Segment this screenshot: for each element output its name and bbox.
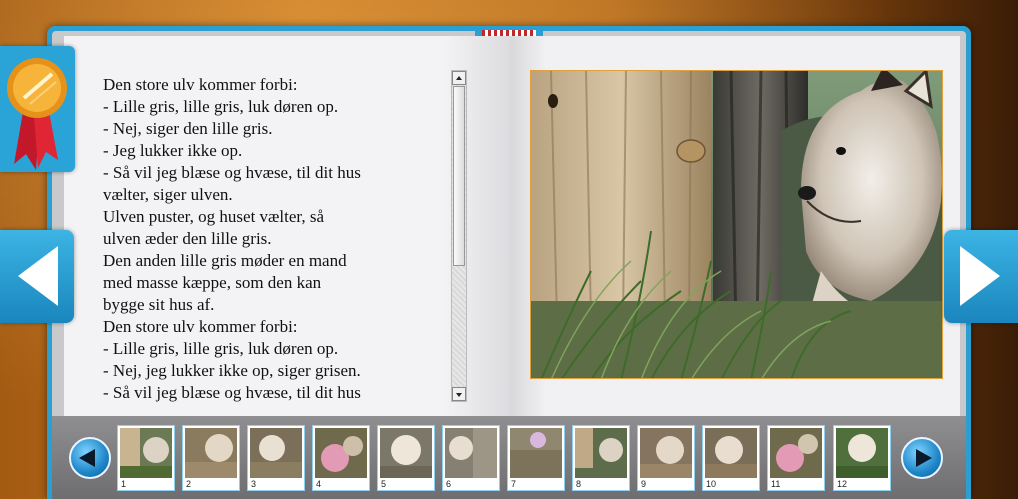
thumbnail-number: 2 <box>186 479 192 489</box>
thumbnail-image <box>120 428 172 478</box>
story-line: bygge sit hus af. <box>103 295 215 314</box>
story-line: Den store ulv kommer forbi: <box>103 317 298 336</box>
story-line: Den anden lille gris møder en mand <box>103 251 347 270</box>
thumbnail-page[interactable]: 5 <box>377 425 435 491</box>
thumbnail-page[interactable]: 1 <box>117 425 175 491</box>
story-line: Den store ulv kommer forbi: <box>103 75 298 94</box>
thumbnail-number: 1 <box>121 479 127 489</box>
thumbnail-page[interactable]: 10 <box>702 425 760 491</box>
thumbnail-image <box>380 428 432 478</box>
story-line: ulven æder den lille gris. <box>103 229 272 248</box>
award-ribbon-icon <box>7 58 67 170</box>
thumbnail-image <box>445 428 497 478</box>
thumbnail-number: 3 <box>251 479 257 489</box>
thumbnail-page[interactable]: 4 <box>312 425 370 491</box>
story-line: - Jeg lukker ikke op. <box>103 141 243 160</box>
award-badge[interactable] <box>0 46 75 172</box>
thumbnail-page[interactable]: 8 <box>572 425 630 491</box>
thumbnail-page[interactable]: 9 <box>637 425 695 491</box>
story-line: - Lille gris, lille gris, luk døren op. <box>103 339 339 358</box>
story-line: Ulven puster, og huset vælter, så <box>103 207 325 226</box>
thumbnail-page[interactable]: 2 <box>182 425 240 491</box>
thumbnail-image <box>185 428 237 478</box>
thumbnail-number: 10 <box>706 479 717 489</box>
thumbnail-page[interactable]: 11 <box>767 425 825 491</box>
thumbnails-prev-button[interactable] <box>69 437 111 479</box>
scroll-up-button[interactable] <box>452 71 466 85</box>
thumbnail-image <box>836 428 888 478</box>
story-line: - Så vil jeg blæse og hvæse, til dit hus <box>103 383 361 402</box>
thumbnail-page[interactable]: 7 <box>507 425 565 491</box>
scroll-down-button[interactable] <box>452 387 466 401</box>
story-line: - Nej, jeg lukker ikke op, siger grisen. <box>103 361 361 380</box>
thumbnail-page[interactable]: 6 <box>442 425 500 491</box>
arrow-right-icon <box>960 246 1000 306</box>
thumbnail-number: 7 <box>511 479 517 489</box>
thumbnail-number: 5 <box>381 479 387 489</box>
story-line: vælter, siger ulven. <box>103 185 233 204</box>
previous-page-button[interactable] <box>0 230 74 323</box>
story-line: med masse kæppe, som den kan <box>103 273 322 292</box>
thumbnail-image <box>575 428 627 478</box>
thumbnail-page[interactable]: 3 <box>247 425 305 491</box>
thumbnails-next-button[interactable] <box>901 437 943 479</box>
thumbnail-number: 12 <box>837 479 848 489</box>
thumbnail-image <box>770 428 822 478</box>
chevron-up-icon <box>456 76 462 80</box>
story-line: - Lille gris, lille gris, luk døren op. <box>103 97 339 116</box>
play-left-icon <box>79 449 95 467</box>
chevron-down-icon <box>456 393 462 397</box>
thumbnail-image <box>250 428 302 478</box>
scroll-thumb[interactable] <box>453 86 465 266</box>
next-page-button[interactable] <box>944 230 1018 323</box>
thumbnail-number: 9 <box>641 479 647 489</box>
story-text: Den store ulv kommer forbi: - Lille gris… <box>103 74 443 402</box>
thumbnail-number: 4 <box>316 479 322 489</box>
thumbnail-image <box>315 428 367 478</box>
thumbnail-image <box>510 428 562 478</box>
thumbnail-number: 11 <box>771 479 781 489</box>
play-right-icon <box>916 449 932 467</box>
thumbnail-image <box>705 428 757 478</box>
story-line: - Så vil jeg blæse og hvæse, til dit hus <box>103 163 361 182</box>
thumbnail-number: 8 <box>576 479 582 489</box>
thumbnail-number: 6 <box>446 479 452 489</box>
text-scrollbar[interactable] <box>451 70 467 402</box>
wolf-photo-illustration <box>531 71 942 378</box>
thumbnail-image <box>640 428 692 478</box>
arrow-left-icon <box>18 246 58 306</box>
story-line: - Nej, siger den lille gris. <box>103 119 273 138</box>
thumbnail-page[interactable]: 12 <box>833 425 891 491</box>
story-photo <box>530 70 943 379</box>
